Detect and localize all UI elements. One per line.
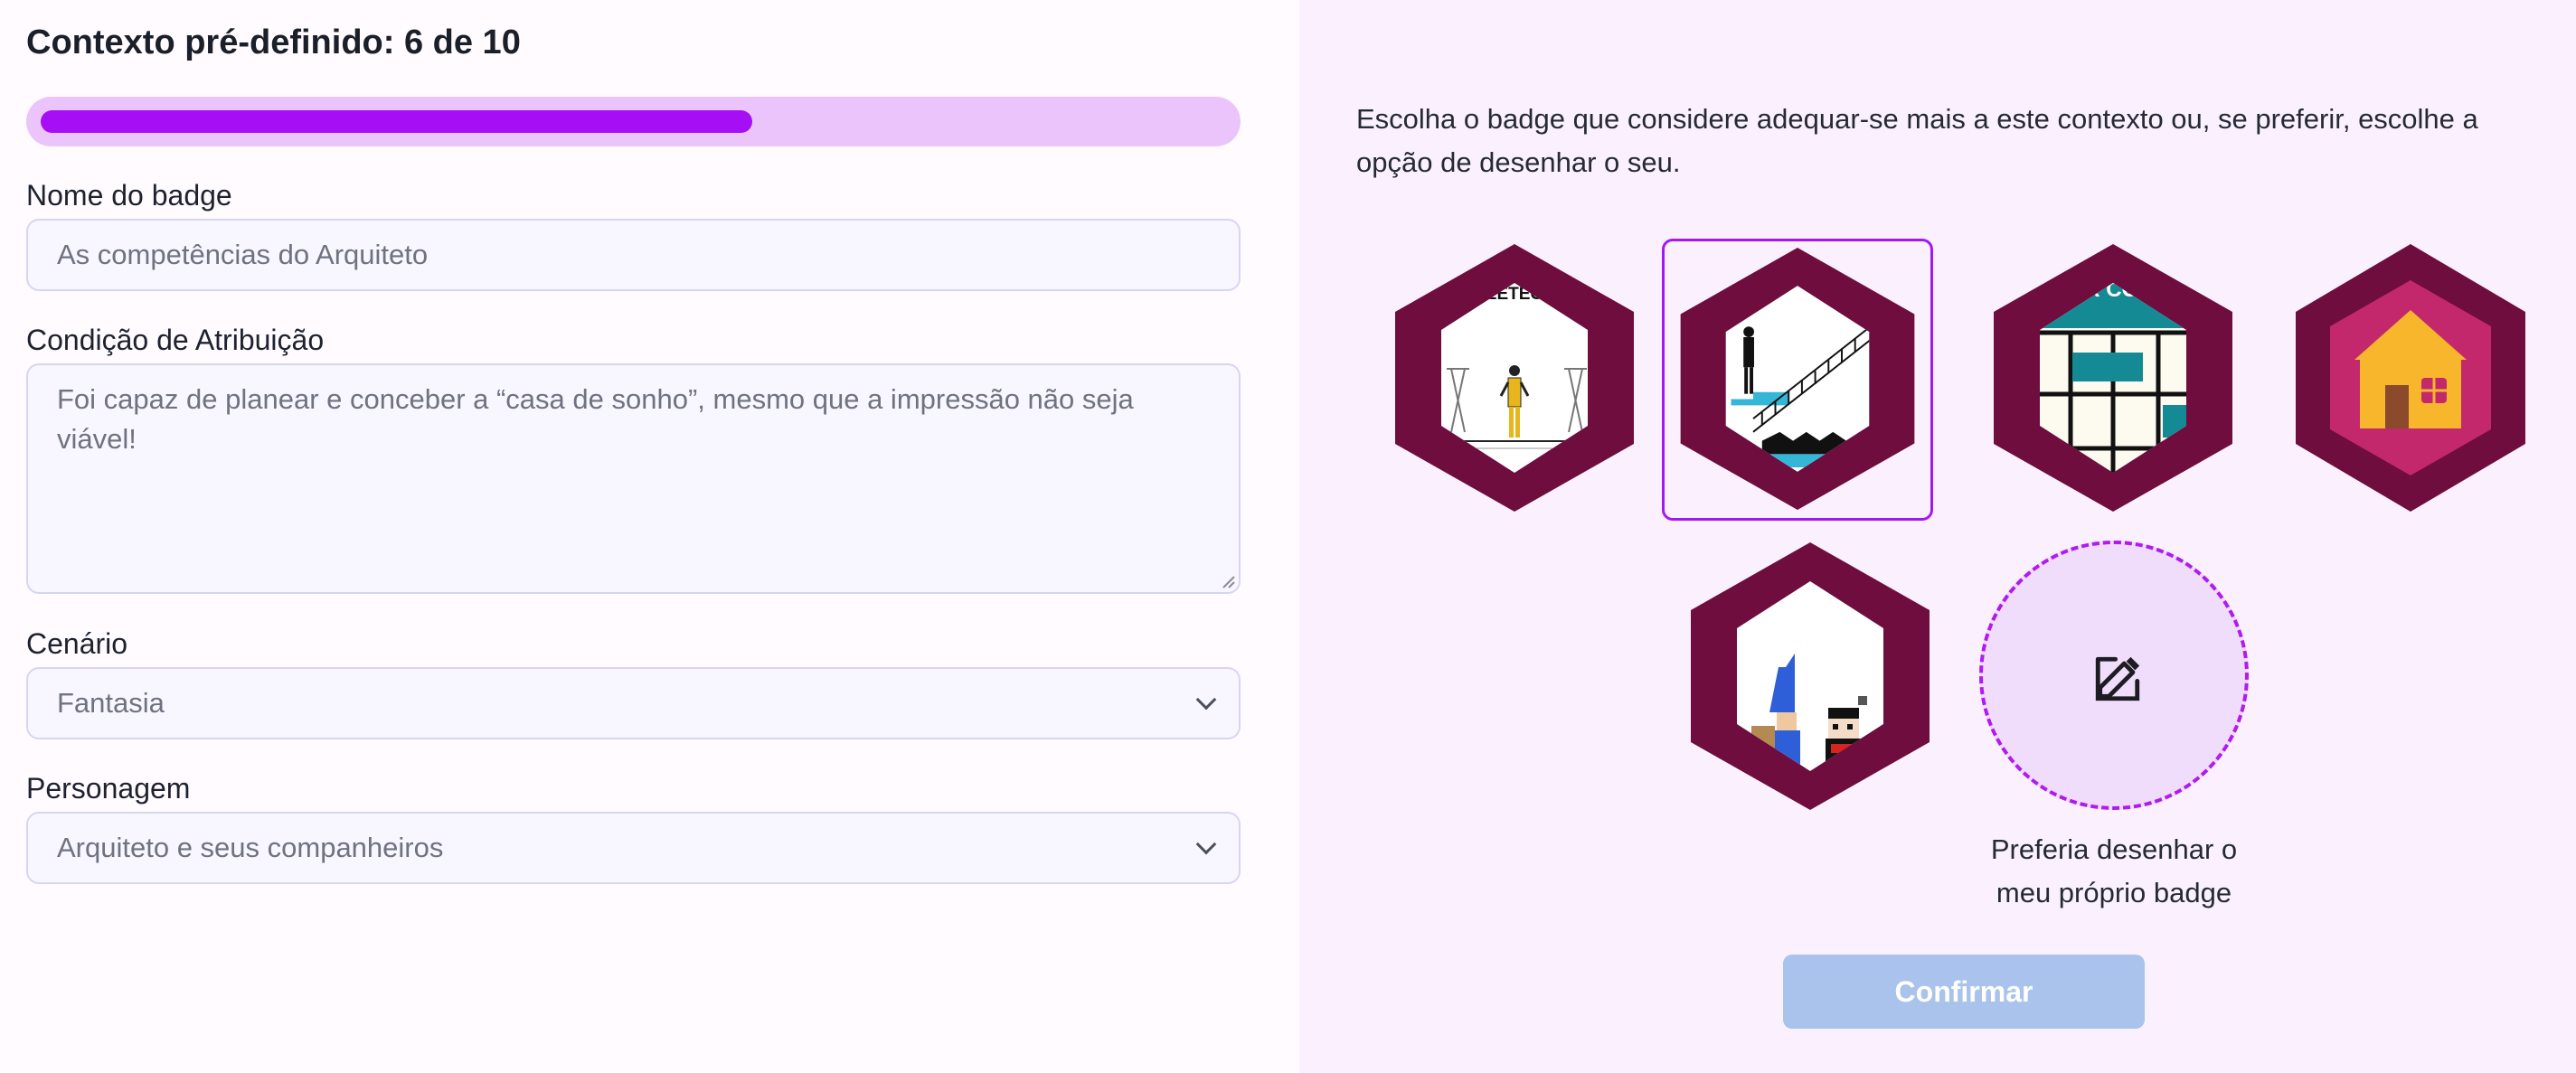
progress-bar — [26, 97, 1241, 146]
scenario-select[interactable]: Fantasia — [26, 667, 1241, 739]
chevron-down-icon — [1195, 689, 1217, 711]
condition-label: Condição de Atribuição — [26, 324, 325, 356]
badge-option-4[interactable] — [2286, 242, 2535, 513]
badge-3-image: ANTER COEMTO — [1994, 244, 2232, 512]
condition-text: Foi capaz de planear e conceber a “casa … — [57, 383, 1134, 455]
badge-name-label: Nome do badge — [26, 179, 232, 212]
badge-name-input[interactable] — [26, 219, 1241, 291]
badge-option-1[interactable]: CEETECO — [1383, 242, 1646, 513]
chevron-down-icon — [1195, 833, 1217, 855]
badge-5-image — [1691, 542, 1930, 810]
progress-bar-fill — [41, 110, 752, 133]
form-panel: Contexto pré-definido: 6 de 10 Nome do b… — [0, 0, 1299, 1073]
resize-grip-icon[interactable] — [1219, 572, 1235, 588]
character-select[interactable]: Arquiteto e seus companheiros — [26, 812, 1241, 884]
character-value: Arquiteto e seus companheiros — [57, 832, 444, 863]
scenario-value: Fantasia — [57, 687, 165, 719]
scenario-label: Cenário — [26, 627, 128, 660]
page-title: Contexto pré-definido: 6 de 10 — [26, 24, 521, 61]
confirm-button[interactable]: Confirmar — [1783, 955, 2145, 1029]
draw-own-badge-option[interactable] — [1979, 541, 2249, 810]
picker-instructions: Escolha o badge que considere adequar-se… — [1356, 103, 2478, 178]
badge-option-2[interactable] — [1662, 239, 1933, 521]
condition-textarea[interactable]: Foi capaz de planear e conceber a “casa … — [26, 363, 1241, 594]
badge-1-image: CEETECO — [1395, 244, 1634, 512]
character-label: Personagem — [26, 772, 191, 805]
badge-option-5[interactable] — [1679, 541, 1941, 812]
edit-icon — [2095, 656, 2140, 701]
badge-2-image — [1680, 247, 1915, 511]
badge-option-3[interactable]: ANTER COEMTO — [1982, 242, 2244, 513]
draw-own-badge-label: Preferia desenhar o meu próprio badge — [1990, 833, 2238, 908]
badge-4-image — [2296, 244, 2525, 512]
